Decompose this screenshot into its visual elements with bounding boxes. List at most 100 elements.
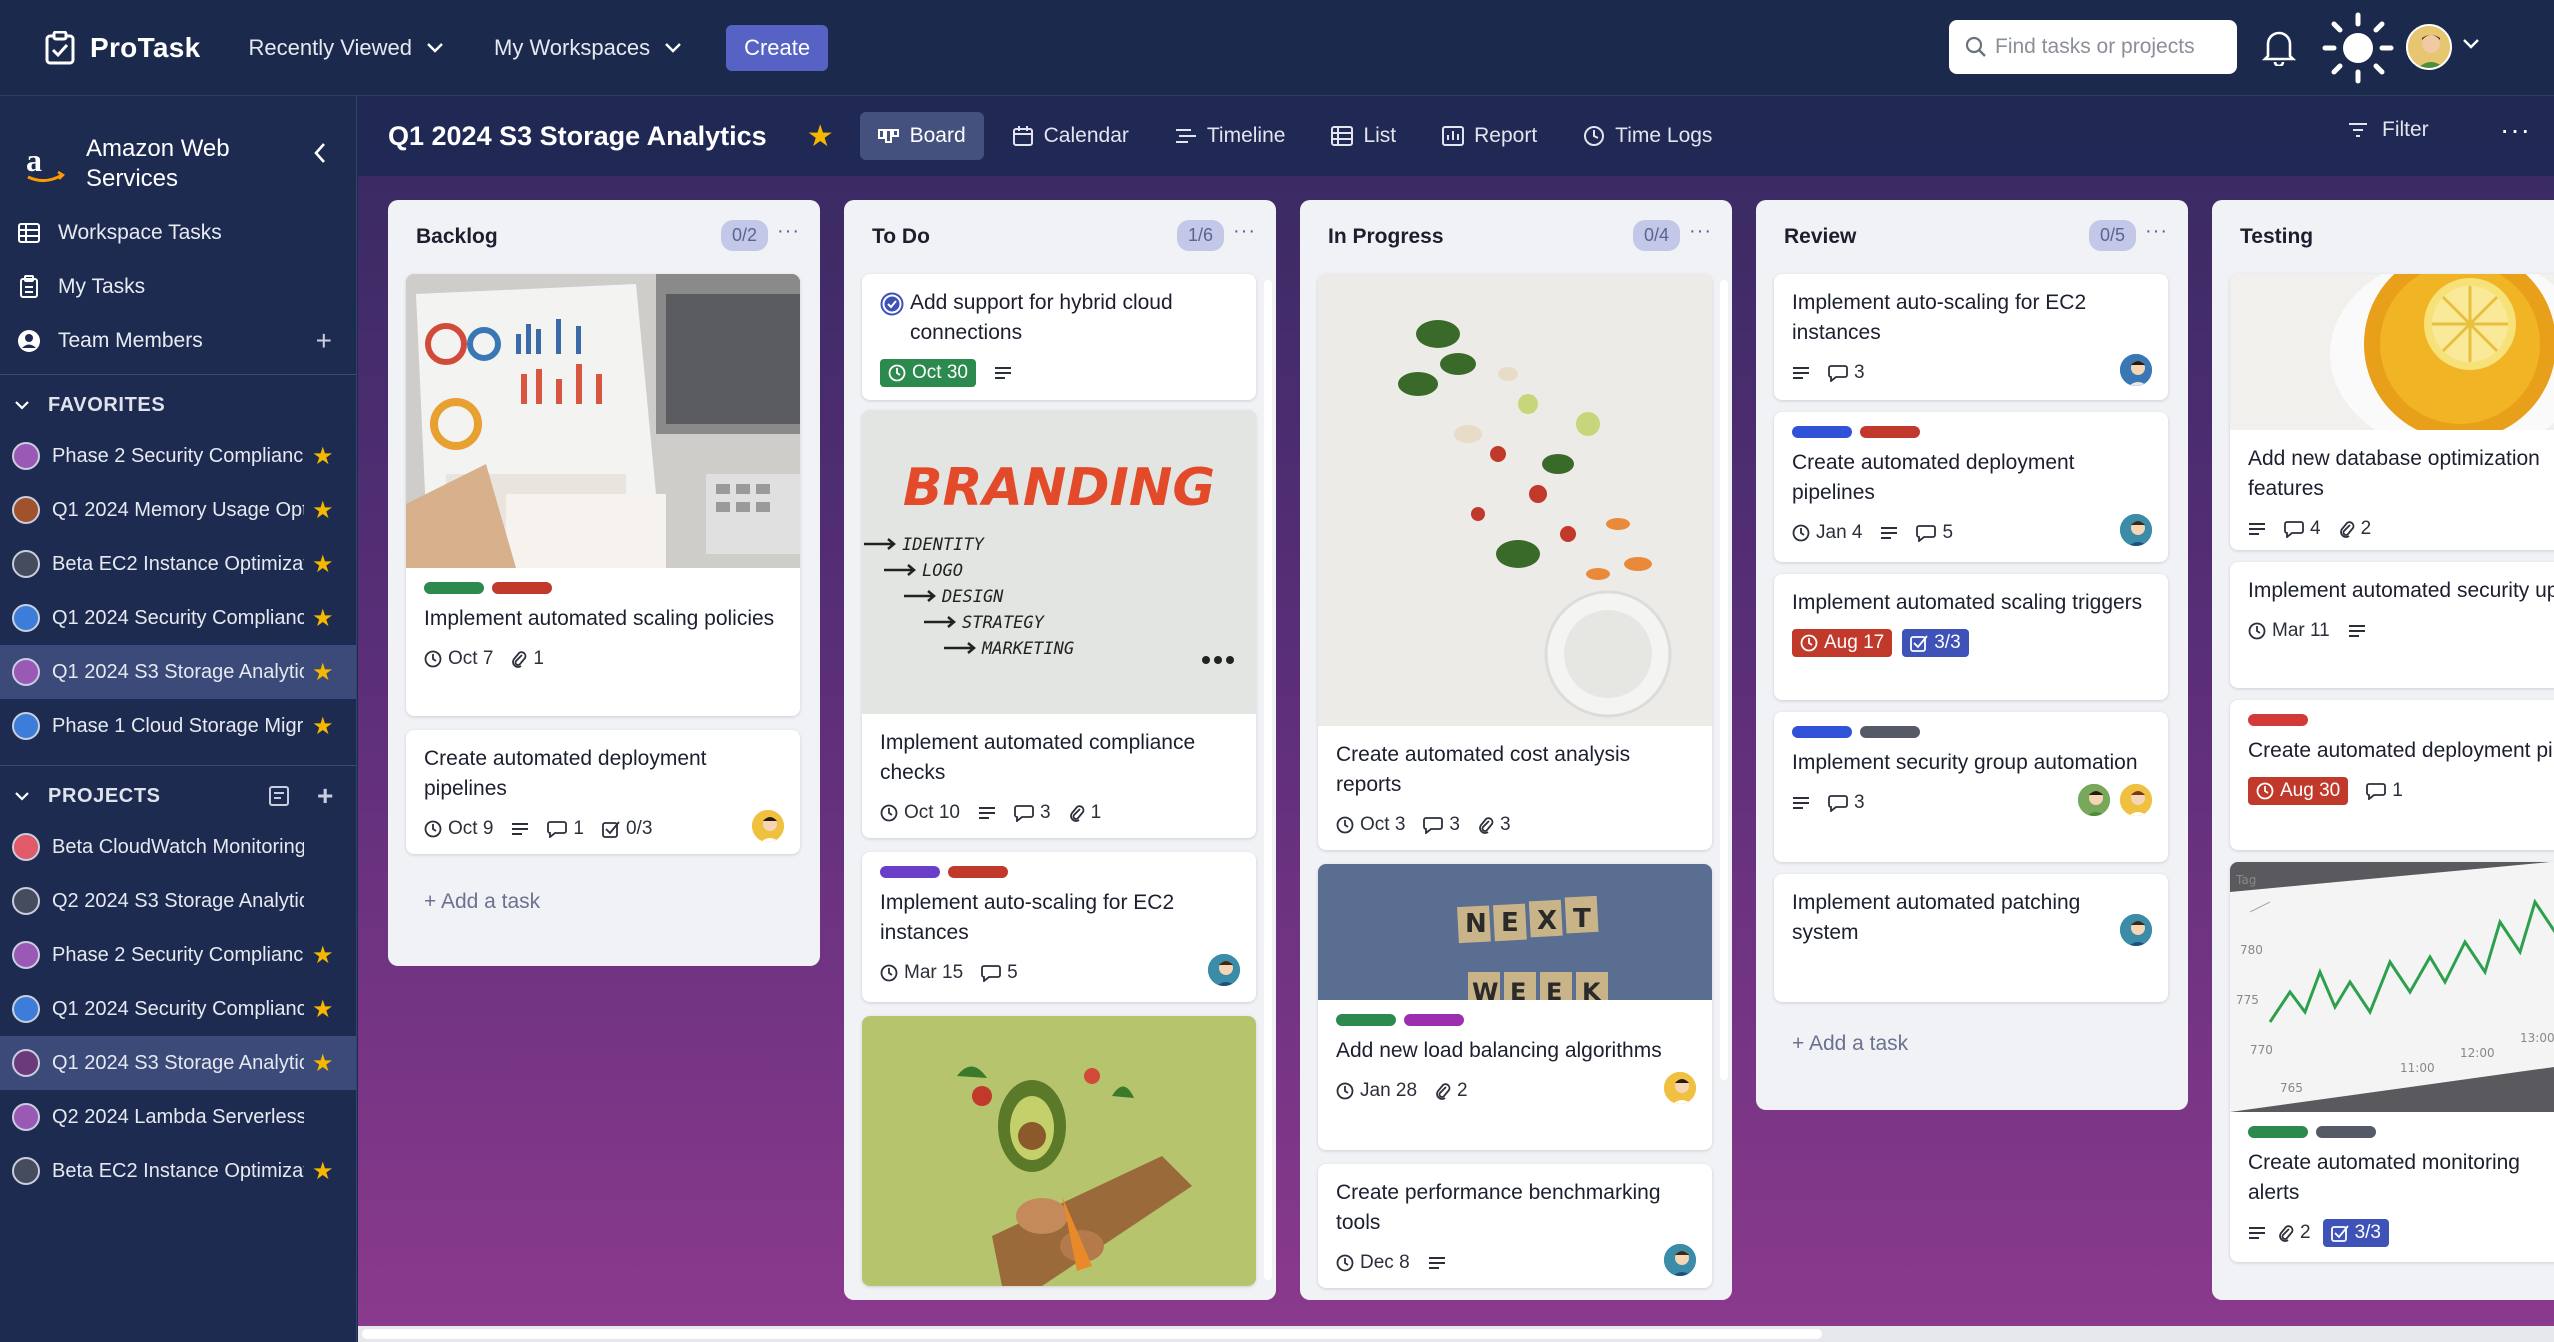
star-icon[interactable]: ★ bbox=[312, 995, 334, 1024]
task-card[interactable]: Implement automated scaling policies Oct… bbox=[406, 274, 800, 716]
tab-calendar[interactable]: Calendar bbox=[994, 112, 1147, 160]
filter-button[interactable]: Filter bbox=[2348, 118, 2429, 142]
assignee-avatar[interactable] bbox=[2118, 912, 2154, 948]
org-header[interactable]: a Amazon Web Services bbox=[0, 96, 356, 206]
search-input[interactable] bbox=[1995, 35, 2215, 59]
assignee-avatar[interactable] bbox=[1206, 952, 1242, 988]
sidebar-item-project[interactable]: Phase 1 Cloud Storage Migration ★ bbox=[0, 699, 356, 753]
app-logo[interactable]: ProTask bbox=[44, 30, 201, 65]
task-card[interactable]: Create automated deployment pipelines Oc… bbox=[406, 730, 800, 854]
sidebar-item-project[interactable]: Q1 2024 S3 Storage Analytics ★ bbox=[0, 645, 356, 699]
chevron-down-icon[interactable] bbox=[2462, 38, 2480, 50]
sidebar-item-project[interactable]: Beta EC2 Instance Optimization ★ bbox=[0, 537, 356, 591]
sidebar-item-project[interactable]: Q1 2024 Security Compliance ★ bbox=[0, 982, 356, 1036]
column-more-icon[interactable]: ··· bbox=[1689, 220, 1712, 243]
clock-icon bbox=[1800, 634, 1818, 652]
tab-timeline[interactable]: Timeline bbox=[1157, 112, 1304, 160]
my-workspaces-label: My Workspaces bbox=[494, 34, 651, 60]
tab-list[interactable]: List bbox=[1313, 112, 1414, 160]
tab-board[interactable]: Board bbox=[859, 112, 984, 160]
task-card[interactable]: Create automated cost analysis reports O… bbox=[1318, 274, 1712, 850]
clock-icon bbox=[1336, 816, 1354, 834]
task-card[interactable]: Tag 780 775 770 765 11:00 12:00 13:00 Create au… bbox=[2230, 862, 2554, 1262]
add-member-icon[interactable]: + bbox=[316, 325, 332, 357]
column-scrollbar[interactable] bbox=[1720, 280, 1728, 1080]
assignee-avatar[interactable] bbox=[1662, 1070, 1698, 1106]
column-more-icon[interactable]: ··· bbox=[777, 220, 800, 243]
sidebar-item-project[interactable]: Beta EC2 Instance Optimization ★ bbox=[0, 1144, 356, 1198]
star-icon[interactable]: ★ bbox=[312, 1049, 334, 1078]
sidebar-item-my-tasks[interactable]: My Tasks bbox=[0, 260, 356, 314]
sidebar-item-project[interactable]: Q1 2024 Security Compliance ★ bbox=[0, 591, 356, 645]
amazon-logo-icon: a bbox=[26, 142, 66, 182]
comment-icon bbox=[547, 821, 568, 838]
add-task-button[interactable]: + Add a task bbox=[1792, 1032, 1908, 1056]
task-card[interactable]: Implement security group automation 3 bbox=[1774, 712, 2168, 862]
tab-report[interactable]: Report bbox=[1424, 112, 1555, 160]
horizontal-scrollbar[interactable] bbox=[358, 1326, 2554, 1342]
sidebar-item-project[interactable]: Q2 2024 S3 Storage Analytics bbox=[0, 874, 356, 928]
sidebar-item-label: Q2 2024 S3 Storage Analytics bbox=[52, 889, 304, 912]
star-icon[interactable]: ★ bbox=[312, 1157, 334, 1186]
sidebar-item-project[interactable]: Q2 2024 Lambda Serverless bbox=[0, 1090, 356, 1144]
star-icon[interactable]: ★ bbox=[312, 442, 334, 471]
more-options-icon[interactable]: ··· bbox=[2500, 114, 2531, 146]
task-card[interactable] bbox=[862, 1016, 1256, 1286]
sidebar-item-project[interactable]: Phase 2 Security Compliance ★ bbox=[0, 429, 356, 483]
column-scrollbar[interactable] bbox=[1264, 280, 1272, 1280]
star-icon[interactable]: ★ bbox=[312, 550, 334, 579]
sidebar-item-project[interactable]: Phase 2 Security Compliance ★ bbox=[0, 928, 356, 982]
new-project-icon[interactable] bbox=[267, 784, 291, 808]
star-icon[interactable]: ★ bbox=[807, 119, 834, 154]
task-card[interactable]: Implement automated patching system bbox=[1774, 874, 2168, 1002]
theme-toggle-icon[interactable] bbox=[2322, 12, 2394, 84]
bell-icon[interactable] bbox=[2262, 28, 2296, 66]
sidebar-item-label: Q1 2024 Memory Usage Optimization bbox=[52, 498, 304, 521]
task-card[interactable]: BRANDING IDENTITY LOGO DESIGN STRATEGY MARKET… bbox=[862, 410, 1256, 838]
search-box[interactable] bbox=[1949, 20, 2237, 74]
assignee-avatar[interactable] bbox=[2118, 782, 2154, 818]
assignee-avatar[interactable] bbox=[750, 808, 786, 844]
sidebar-item-project[interactable]: Q1 2024 Memory Usage Optimization ★ bbox=[0, 483, 356, 537]
sidebar-item-team-members[interactable]: Team Members + bbox=[0, 314, 356, 368]
recently-viewed-menu[interactable]: Recently Viewed bbox=[249, 35, 444, 61]
card-title: Implement auto-scaling for EC2 instances bbox=[880, 891, 1175, 944]
sidebar-item-workspace-tasks[interactable]: Workspace Tasks bbox=[0, 206, 356, 260]
column-more-icon[interactable]: ··· bbox=[2145, 220, 2168, 243]
projects-header[interactable]: PROJECTS + bbox=[0, 772, 356, 820]
assignee-avatar[interactable] bbox=[2118, 352, 2154, 388]
task-card[interactable]: Create automated deployment pipelines Ja… bbox=[1774, 412, 2168, 562]
chevron-left-icon[interactable] bbox=[312, 142, 328, 164]
my-workspaces-menu[interactable]: My Workspaces bbox=[494, 35, 682, 61]
create-button[interactable]: Create bbox=[726, 24, 829, 71]
star-icon[interactable]: ★ bbox=[312, 496, 334, 525]
star-icon[interactable]: ★ bbox=[312, 658, 334, 687]
task-card[interactable]: Create automated deployment pipelines Au… bbox=[2230, 700, 2554, 850]
user-avatar[interactable] bbox=[2406, 24, 2452, 70]
favorites-header[interactable]: FAVORITES bbox=[0, 381, 356, 429]
star-icon[interactable]: ★ bbox=[312, 712, 334, 741]
task-card[interactable]: NEXTWEEK Add new load balancing algorith… bbox=[1318, 864, 1712, 1150]
assignee-avatar[interactable] bbox=[2076, 782, 2112, 818]
task-card[interactable]: Implement automated scaling triggers Aug… bbox=[1774, 574, 2168, 700]
star-icon[interactable]: ★ bbox=[312, 604, 334, 633]
task-card[interactable]: Implement auto-scaling for EC2 instances… bbox=[862, 852, 1256, 1002]
completed-check-icon[interactable] bbox=[880, 292, 904, 316]
column-more-icon[interactable]: ··· bbox=[1233, 220, 1256, 243]
sidebar-item-project[interactable]: Beta CloudWatch Monitoring bbox=[0, 820, 356, 874]
task-card[interactable]: Implement automated security updates Mar… bbox=[2230, 562, 2554, 688]
add-task-button[interactable]: + Add a task bbox=[424, 890, 540, 914]
sidebar-item-project[interactable]: Q1 2024 S3 Storage Analytics ★ bbox=[0, 1036, 356, 1090]
task-card[interactable]: Add new database optimization features 4… bbox=[2230, 274, 2554, 550]
description-icon bbox=[2348, 625, 2365, 637]
assignee-avatar[interactable] bbox=[2118, 512, 2154, 548]
task-card[interactable]: Create performance benchmarking tools De… bbox=[1318, 1164, 1712, 1288]
tab-time-logs[interactable]: Time Logs bbox=[1565, 112, 1730, 160]
star-icon[interactable]: ★ bbox=[312, 941, 334, 970]
sidebar-item-label: My Tasks bbox=[58, 275, 146, 298]
assignee-avatar[interactable] bbox=[1662, 1242, 1698, 1278]
add-project-icon[interactable]: + bbox=[317, 780, 334, 812]
scrollbar-thumb[interactable] bbox=[362, 1329, 1822, 1339]
task-card[interactable]: Implement auto-scaling for EC2 instances… bbox=[1774, 274, 2168, 400]
task-card[interactable]: Add support for hybrid cloud connections… bbox=[862, 274, 1256, 400]
